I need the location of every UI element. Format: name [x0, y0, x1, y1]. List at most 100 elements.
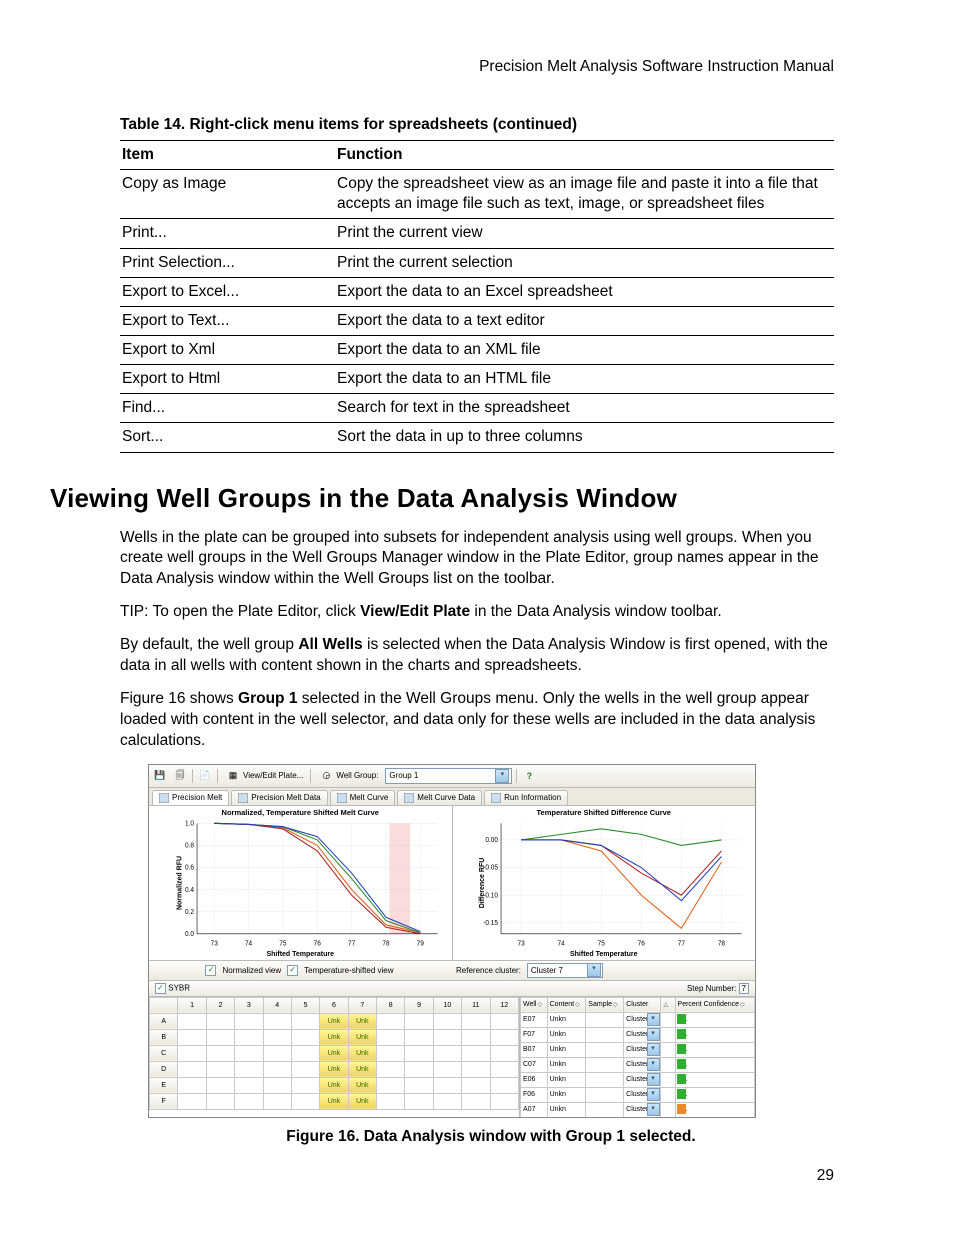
- chevron-down-icon[interactable]: ▾: [647, 1103, 660, 1116]
- well-cell[interactable]: [291, 1077, 319, 1093]
- well-cell[interactable]: [490, 1077, 519, 1093]
- print-preview-icon[interactable]: 🗐: [172, 768, 188, 784]
- well-cell[interactable]: [490, 1093, 519, 1109]
- cluster-table[interactable]: Well◇Content◇Sample◇Cluster△Percent Conf…: [520, 997, 755, 1117]
- tab-precision-melt[interactable]: Precision Melt: [152, 790, 229, 805]
- save-icon[interactable]: 💾: [152, 768, 168, 784]
- well-cell[interactable]: [462, 1029, 490, 1045]
- well-cell[interactable]: [206, 1029, 234, 1045]
- well-cell[interactable]: [462, 1045, 490, 1061]
- well-cell[interactable]: [433, 1029, 461, 1045]
- step-number-input[interactable]: 7: [739, 983, 749, 994]
- report-icon[interactable]: 📄: [197, 768, 213, 784]
- well-cell[interactable]: [377, 1013, 405, 1029]
- well-cell[interactable]: [263, 1077, 291, 1093]
- table-row[interactable]: F06UnknCluster 4▾99.: [521, 1087, 755, 1102]
- well-cell[interactable]: [405, 1013, 433, 1029]
- well-cell[interactable]: [235, 1093, 263, 1109]
- well-cell[interactable]: [235, 1061, 263, 1077]
- chevron-down-icon[interactable]: ▾: [647, 1013, 660, 1026]
- well-cell[interactable]: [235, 1029, 263, 1045]
- table-row[interactable]: C07UnknCluster 3▾96.: [521, 1057, 755, 1072]
- table-row[interactable]: E06UnknCluster 4▾99.: [521, 1072, 755, 1087]
- tab-precision-melt-data[interactable]: Precision Melt Data: [231, 790, 327, 805]
- well-cell[interactable]: [405, 1077, 433, 1093]
- well-cell[interactable]: [405, 1093, 433, 1109]
- help-icon[interactable]: ?: [521, 768, 537, 784]
- well-cell[interactable]: [178, 1013, 206, 1029]
- tab-melt-curve[interactable]: Melt Curve: [330, 790, 396, 805]
- table-row[interactable]: B07UnknCluster 3▾93.: [521, 1042, 755, 1057]
- well-cell[interactable]: [377, 1077, 405, 1093]
- well-cell[interactable]: Unk: [348, 1093, 376, 1109]
- well-cell[interactable]: [291, 1093, 319, 1109]
- well-cell[interactable]: [433, 1013, 461, 1029]
- well-cell[interactable]: [206, 1077, 234, 1093]
- well-cell[interactable]: [206, 1013, 234, 1029]
- well-cell[interactable]: [377, 1029, 405, 1045]
- well-group-select[interactable]: Group 1 ▾: [385, 768, 512, 784]
- chevron-down-icon[interactable]: ▾: [647, 1043, 660, 1056]
- well-cell[interactable]: [178, 1061, 206, 1077]
- well-cell[interactable]: Unk: [320, 1077, 348, 1093]
- well-cell[interactable]: [462, 1013, 490, 1029]
- well-cell[interactable]: Unk: [320, 1029, 348, 1045]
- well-cell[interactable]: Unk: [348, 1029, 376, 1045]
- well-cell[interactable]: [263, 1045, 291, 1061]
- well-cell[interactable]: [178, 1093, 206, 1109]
- well-cell[interactable]: [178, 1029, 206, 1045]
- well-cell[interactable]: [206, 1093, 234, 1109]
- well-cell[interactable]: [490, 1013, 519, 1029]
- well-cell[interactable]: [291, 1045, 319, 1061]
- well-cell[interactable]: [178, 1077, 206, 1093]
- well-cell[interactable]: [490, 1029, 519, 1045]
- well-cell[interactable]: [291, 1013, 319, 1029]
- well-cell[interactable]: Unk: [348, 1077, 376, 1093]
- well-cell[interactable]: [433, 1045, 461, 1061]
- well-cell[interactable]: [291, 1061, 319, 1077]
- well-cell[interactable]: [263, 1093, 291, 1109]
- table-row[interactable]: A07UnknCluster 5▾84.: [521, 1102, 755, 1117]
- well-cell[interactable]: [405, 1045, 433, 1061]
- well-cell[interactable]: [178, 1045, 206, 1061]
- well-cell[interactable]: [206, 1061, 234, 1077]
- well-cell[interactable]: [405, 1061, 433, 1077]
- well-cell[interactable]: [377, 1061, 405, 1077]
- chevron-down-icon[interactable]: ▾: [647, 1088, 660, 1101]
- well-cell[interactable]: [377, 1093, 405, 1109]
- well-cell[interactable]: [263, 1013, 291, 1029]
- well-cell[interactable]: Unk: [320, 1061, 348, 1077]
- well-cell[interactable]: Unk: [320, 1093, 348, 1109]
- well-cell[interactable]: [235, 1045, 263, 1061]
- sybr-checkbox[interactable]: ✓: [155, 983, 166, 994]
- tab-run-information[interactable]: Run Information: [484, 790, 568, 805]
- well-cell[interactable]: [263, 1029, 291, 1045]
- well-cell[interactable]: [433, 1077, 461, 1093]
- well-cell[interactable]: [462, 1077, 490, 1093]
- well-cell[interactable]: [405, 1029, 433, 1045]
- well-cell[interactable]: [235, 1077, 263, 1093]
- normalized-view-checkbox[interactable]: ✓: [205, 965, 216, 976]
- well-cell[interactable]: Unk: [348, 1045, 376, 1061]
- well-cell[interactable]: Unk: [348, 1013, 376, 1029]
- well-cell[interactable]: [433, 1093, 461, 1109]
- chevron-down-icon[interactable]: ▾: [647, 1028, 660, 1041]
- well-cell[interactable]: [377, 1045, 405, 1061]
- temp-shifted-view-checkbox[interactable]: ✓: [287, 965, 298, 976]
- well-cell[interactable]: [263, 1061, 291, 1077]
- well-cell[interactable]: [433, 1061, 461, 1077]
- well-cell[interactable]: [490, 1045, 519, 1061]
- well-cell[interactable]: [462, 1061, 490, 1077]
- well-cell[interactable]: Unk: [320, 1013, 348, 1029]
- chevron-down-icon[interactable]: ▾: [647, 1058, 660, 1071]
- table-row[interactable]: F07UnknCluster 2▾99.: [521, 1027, 755, 1042]
- view-edit-plate-button[interactable]: ▦ View/Edit Plate...: [222, 767, 306, 785]
- table-row[interactable]: E07UnknCluster 2▾99.: [521, 1012, 755, 1027]
- tab-melt-curve-data[interactable]: Melt Curve Data: [397, 790, 482, 805]
- well-cell[interactable]: [291, 1029, 319, 1045]
- well-cell[interactable]: Unk: [348, 1061, 376, 1077]
- well-cell[interactable]: [206, 1045, 234, 1061]
- chevron-down-icon[interactable]: ▾: [647, 1073, 660, 1086]
- well-cell[interactable]: Unk: [320, 1045, 348, 1061]
- reference-cluster-select[interactable]: Cluster 7 ▾: [527, 963, 603, 978]
